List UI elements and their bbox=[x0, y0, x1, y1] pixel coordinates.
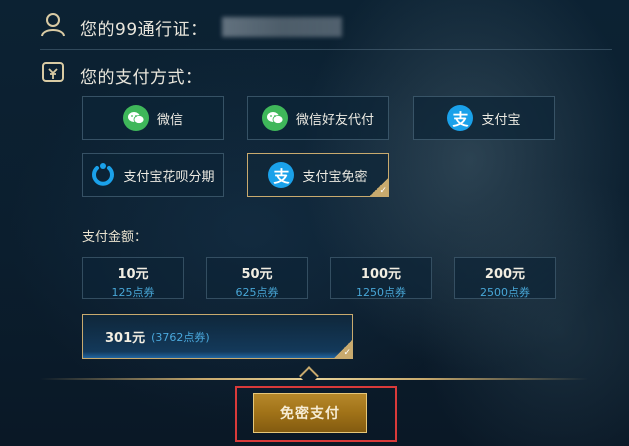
alipay-icon: 支 bbox=[268, 162, 295, 188]
wechat-icon bbox=[122, 105, 149, 131]
pay-option-label: 微信好友代付 bbox=[295, 112, 374, 128]
pay-option-wechat[interactable]: 微信 bbox=[82, 96, 224, 140]
amount-points: 125点券 bbox=[111, 286, 155, 299]
divider bbox=[40, 49, 612, 50]
pay-option-label: 支付宝免密 bbox=[302, 169, 368, 185]
account-id-masked bbox=[221, 17, 342, 37]
amount-value: 301元 bbox=[105, 331, 146, 346]
amount-points: 2500点券 bbox=[480, 286, 530, 299]
pay-option-label: 支付宝 bbox=[481, 112, 521, 128]
amount-value: 10元 bbox=[117, 267, 149, 282]
amount-option-selected[interactable]: 301元 (3762点券) ✓ bbox=[82, 314, 353, 359]
payment-method-row: 您的支付方式： bbox=[40, 60, 203, 90]
wechat-icon bbox=[261, 105, 288, 131]
pay-option-alipay[interactable]: 支 支付宝 bbox=[413, 96, 555, 140]
amount-option-10[interactable]: 10元 125点券 bbox=[82, 257, 184, 299]
amount-label: 支付金额： bbox=[82, 230, 148, 245]
pay-option-huabei[interactable]: 支付宝花呗分期 bbox=[82, 153, 224, 197]
amount-points: 1250点券 bbox=[356, 286, 406, 299]
account-label: 您的99通行证： bbox=[80, 19, 208, 40]
selected-check-icon: ✓ bbox=[370, 178, 388, 196]
payment-method-label: 您的支付方式： bbox=[80, 67, 203, 88]
amount-value: 100元 bbox=[360, 267, 402, 282]
amount-value: 200元 bbox=[484, 267, 526, 282]
amount-value: 50元 bbox=[241, 267, 273, 282]
pay-option-alipay-nopwd[interactable]: 支 支付宝免密 ✓ bbox=[247, 153, 389, 197]
pay-option-label: 支付宝花呗分期 bbox=[123, 169, 215, 185]
selected-check-icon: ✓ bbox=[334, 340, 352, 358]
amount-points: 625点券 bbox=[235, 286, 279, 299]
user-icon bbox=[40, 12, 66, 42]
huabei-icon bbox=[91, 162, 115, 188]
amount-option-200[interactable]: 200元 2500点券 bbox=[454, 257, 556, 299]
pay-option-label: 微信 bbox=[156, 112, 183, 128]
alipay-icon: 支 bbox=[447, 105, 474, 131]
payment-method-icon bbox=[40, 60, 66, 90]
amount-points: (3762点券) bbox=[151, 330, 210, 344]
amount-option-50[interactable]: 50元 625点券 bbox=[206, 257, 308, 299]
pay-button[interactable]: 免密支付 bbox=[253, 393, 367, 433]
account-row: 您的99通行证： bbox=[40, 12, 342, 42]
amount-option-100[interactable]: 100元 1250点券 bbox=[330, 257, 432, 299]
pay-option-wechat-friend[interactable]: 微信好友代付 bbox=[247, 96, 389, 140]
